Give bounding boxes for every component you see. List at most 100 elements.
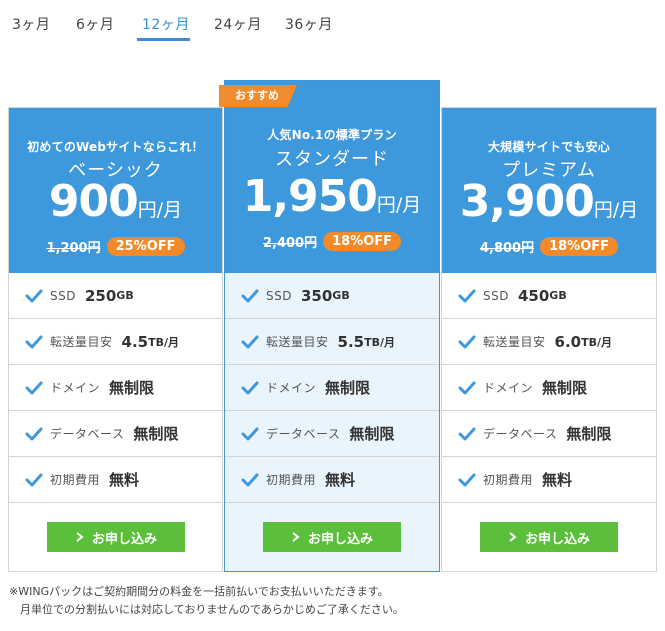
plan-tagline: 大規模サイトでも安心 [487,140,610,154]
feature-label: ドメイン [266,381,317,395]
feature-row-domain: ドメイン 無制限 [9,365,222,411]
feature-label: 初期費用 [50,473,101,487]
feature-row-ssd: SSD 350 GB [225,273,439,319]
feature-list: SSD 350 GB 転送量目安 5.5 TB/月 ドメイン 無制限 データベース 無制限 … [225,273,439,503]
feature-row-database: データベース 無制限 [442,411,656,457]
apply-button-premium[interactable]: お申し込み [480,522,618,552]
apply-button-label: お申し込み [524,531,590,547]
original-price: 4,800円 [479,241,535,256]
active-tab-indicator [137,38,190,41]
feature-label: 転送量目安 [50,335,113,349]
apply-button-label: お申し込み [307,531,373,547]
feature-row-transfer: 転送量目安 6.0 TB/月 [442,319,656,365]
feature-row-transfer: 転送量目安 4.5 TB/月 [9,319,222,365]
plan-card-premium: 大規模サイトでも安心 プレミアム 3,900円/月 4,800円 18%OFF S… [441,107,657,572]
feature-value: 450 [517,286,550,305]
note-line: 月単位での分割払いには対応しておりませんのであらかじめご了承ください。 [20,603,404,616]
payment-notes: ※WINGパックはご契約期間分の料金を一括前払いでお支払いいただきます。 月単位… [9,583,404,619]
plan-header: 初めてのWebサイトならこれ！ ベーシック 900円/月 1,200円 25%OF… [9,108,222,273]
feature-value: 250 [84,286,117,305]
feature-value: 350 [300,286,333,305]
feature-row-setup-fee: 初期費用 無料 [9,457,222,503]
check-icon [458,427,476,440]
apply-button-standard[interactable]: お申し込み [263,522,401,552]
feature-label: 転送量目安 [266,335,329,349]
check-icon [241,289,259,302]
feature-value: 無料 [542,471,573,489]
tab-24-months[interactable]: 24ヶ月 [214,14,262,34]
check-icon [458,335,476,348]
feature-row-transfer: 転送量目安 5.5 TB/月 [225,319,439,365]
tab-36-months[interactable]: 36ヶ月 [285,14,333,34]
feature-value: 無制限 [566,425,612,443]
feature-unit: TB/月 [581,335,612,349]
feature-label: データベース [266,427,341,441]
feature-unit: TB/月 [364,335,395,349]
recommended-badge: おすすめ [219,85,297,107]
check-icon [458,289,476,302]
feature-label: SSD [483,288,509,303]
tab-12-months[interactable]: 12ヶ月 [142,14,190,34]
price-row: 1,950円/月 [225,171,439,222]
feature-value: 無制限 [133,425,179,443]
check-icon [25,289,43,302]
plan-header: おすすめ 人気No.1の標準プラン スタンダード 1,950円/月 2,400円… [219,81,439,273]
check-icon [241,335,259,348]
feature-value: 無制限 [349,425,395,443]
feature-label: SSD [50,288,76,303]
discount-row: 4,800円 18%OFF [442,236,656,256]
discount-row: 1,200円 25%OFF [9,236,222,256]
check-icon [25,427,43,440]
discount-badge: 18%OFF [540,237,619,256]
feature-row-database: データベース 無制限 [9,411,222,457]
plan-name: スタンダード [275,149,389,170]
check-icon [458,381,476,394]
check-icon [25,381,43,394]
price-row: 3,900円/月 [442,176,656,227]
check-icon [241,381,259,394]
plan-price: 1,950 [242,171,378,222]
billing-period-tabs: 3ヶ月 6ヶ月 12ヶ月 24ヶ月 36ヶ月 [0,0,665,44]
check-icon [25,473,43,486]
feature-label: 初期費用 [266,473,317,487]
feature-row-ssd: SSD 250 GB [9,273,222,319]
price-unit: 円/月 [593,199,639,221]
feature-value: 無制限 [325,379,371,397]
feature-list: SSD 250 GB 転送量目安 4.5 TB/月 ドメイン 無制限 データベース 無制限 … [9,273,222,503]
feature-unit: GB [549,289,567,302]
feature-label: ドメイン [50,381,101,395]
plan-price: 3,900 [459,176,595,227]
feature-label: SSD [266,288,292,303]
feature-value: 4.5 [121,332,149,351]
plan-price: 900 [48,176,139,227]
plan-card-basic: 初めてのWebサイトならこれ！ ベーシック 900円/月 1,200円 25%OF… [8,107,223,572]
plan-card-standard: おすすめ 人気No.1の標準プラン スタンダード 1,950円/月 2,400円… [219,80,440,572]
check-icon [25,335,43,348]
feature-row-setup-fee: 初期費用 無料 [225,457,439,503]
feature-row-database: データベース 無制限 [225,411,439,457]
check-icon [241,473,259,486]
discount-badge: 25%OFF [106,237,185,256]
plan-tagline: 人気No.1の標準プラン [267,128,397,142]
feature-value: 無料 [325,471,356,489]
apply-button-basic[interactable]: お申し込み [47,522,185,552]
feature-row-domain: ドメイン 無制限 [225,365,439,411]
feature-label: データベース [50,427,125,441]
discount-badge: 18%OFF [323,232,402,251]
discount-row: 2,400円 18%OFF [225,231,439,251]
feature-unit: GB [116,289,134,302]
tab-6-months[interactable]: 6ヶ月 [76,14,114,34]
original-price: 1,200円 [46,241,101,256]
feature-value: 無料 [109,471,140,489]
price-unit: 円/月 [376,194,422,216]
feature-list: SSD 450 GB 転送量目安 6.0 TB/月 ドメイン 無制限 データベース 無制限 … [442,273,656,503]
plan-header: 大規模サイトでも安心 プレミアム 3,900円/月 4,800円 18%OFF [442,108,656,273]
tab-3-months[interactable]: 3ヶ月 [12,14,50,34]
feature-label: 転送量目安 [483,335,546,349]
feature-label: ドメイン [483,381,534,395]
feature-row-setup-fee: 初期費用 無料 [442,457,656,503]
feature-value: 5.5 [337,332,365,351]
feature-value: 6.0 [554,332,582,351]
price-unit: 円/月 [137,199,183,221]
feature-value: 無制限 [109,379,155,397]
